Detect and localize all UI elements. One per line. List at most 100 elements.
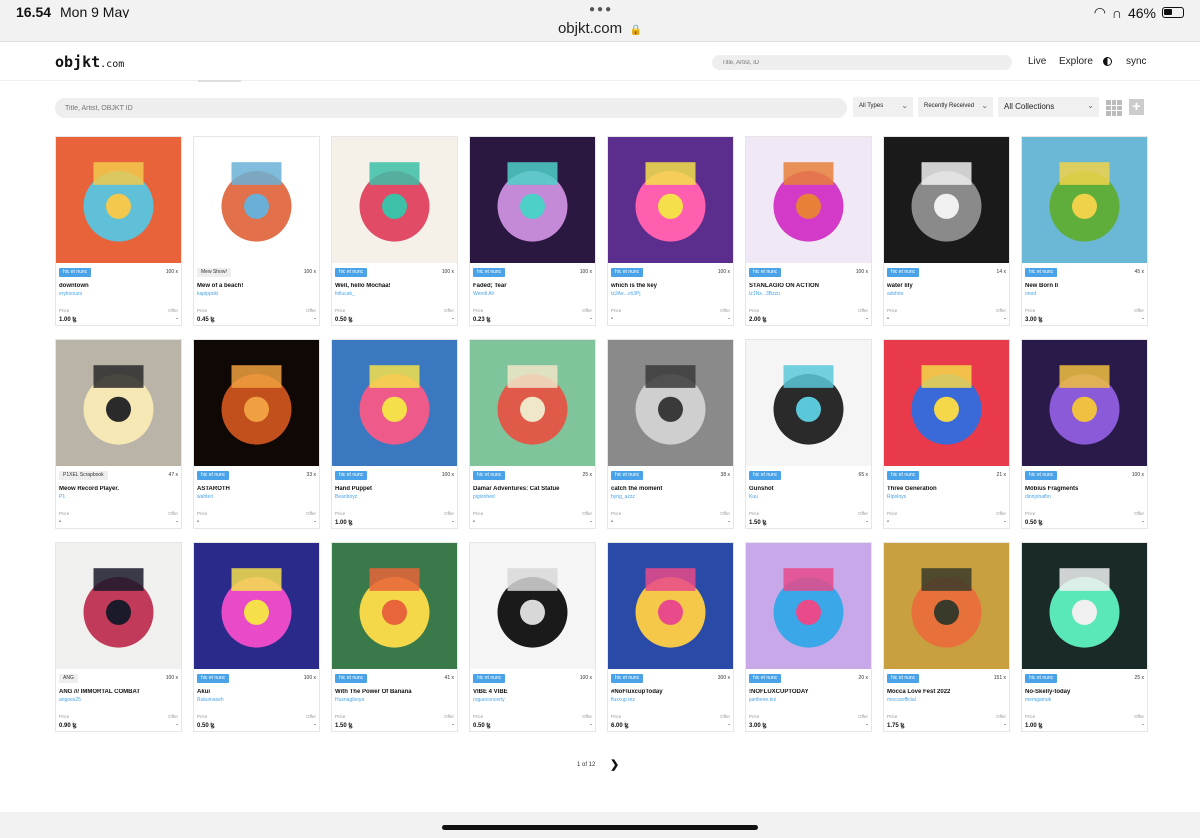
site-logo[interactable]: objkt.com <box>55 53 124 71</box>
token-card[interactable]: hic et nunc 21 x Three Generation Ripoloys P… <box>883 339 1010 529</box>
platform-badge[interactable]: hic et nunc <box>1025 471 1058 480</box>
token-card[interactable]: hic et nunc 100 x downtown eryknouza Price Of… <box>55 136 182 326</box>
token-title[interactable]: #NoFluxcupToday <box>611 689 732 695</box>
token-card[interactable]: hic et nunc 100 x Well, hello Mochaa! follu… <box>331 136 458 326</box>
artist-link[interactable]: dionjonathn <box>1025 494 1051 500</box>
token-card[interactable]: hic et nunc 300 x #NoFluxcupToday fluxcup.t… <box>607 542 734 732</box>
artist-link[interactable]: Rukumaseh <box>197 697 224 703</box>
artist-link[interactable]: wahteri <box>197 494 213 500</box>
platform-badge[interactable]: Mew Show! <box>197 268 231 277</box>
artist-link[interactable]: fluxcup.tez <box>611 697 635 703</box>
theme-toggle-icon[interactable] <box>1103 57 1112 66</box>
artwork-image[interactable] <box>608 340 733 466</box>
token-card[interactable]: hic et nunc 38 x catch the moment byng_azzz… <box>607 339 734 529</box>
token-card[interactable]: hic et nunc 20 x !NOFLUXCUPTODAY jambene.te… <box>745 542 872 732</box>
platform-badge[interactable]: hic et nunc <box>887 674 920 683</box>
token-title[interactable]: which is the key <box>611 283 732 289</box>
token-card[interactable]: hic et nunc 33 x ASTAROTH wahteri Price Offer… <box>193 339 320 529</box>
artwork-image[interactable] <box>884 543 1009 669</box>
artist-link[interactable]: P1 <box>59 494 65 500</box>
token-card[interactable]: hic et nunc 100 x Faded; Tear Wendi Ali Pric… <box>469 136 596 326</box>
platform-badge[interactable]: hic et nunc <box>335 471 368 480</box>
token-title[interactable]: Akui <box>197 689 318 695</box>
artwork-image[interactable] <box>56 137 181 263</box>
artist-link[interactable]: rogueconcerty <box>473 697 505 703</box>
platform-badge[interactable]: hic et nunc <box>473 674 506 683</box>
multitasking-dots-icon[interactable]: ●●● <box>589 4 613 15</box>
token-card[interactable]: hic et nunc 100 x STANLAGIO ON ACTION tz1Nx… <box>745 136 872 326</box>
artist-link[interactable]: tz2Ae...ch3Pj <box>611 291 640 297</box>
token-title[interactable]: Damar Adventures: Cat Statue <box>473 486 594 492</box>
token-card[interactable]: hic et nunc 100 x which is the key tz2Ae...… <box>607 136 734 326</box>
artwork-image[interactable] <box>194 137 319 263</box>
artwork-image[interactable] <box>884 137 1009 263</box>
platform-badge[interactable]: hic et nunc <box>1025 674 1058 683</box>
token-title[interactable]: water lily <box>887 283 1008 289</box>
platform-badge[interactable]: hic et nunc <box>749 674 782 683</box>
artwork-image[interactable] <box>1022 340 1147 466</box>
platform-badge[interactable]: hic et nunc <box>197 674 230 683</box>
token-title[interactable]: downtown <box>59 283 180 289</box>
platform-badge[interactable]: hic et nunc <box>473 268 506 277</box>
token-title[interactable]: New Born II <box>1025 283 1146 289</box>
artwork-image[interactable] <box>194 543 319 669</box>
platform-badge[interactable]: hic et nunc <box>335 674 368 683</box>
artwork-image[interactable] <box>470 543 595 669</box>
token-card[interactable]: hic et nunc 45 x New Born II onod Price Offer… <box>1021 136 1148 326</box>
platform-badge[interactable]: hic et nunc <box>197 471 230 480</box>
artwork-image[interactable] <box>1022 543 1147 669</box>
token-title[interactable]: STANLAGIO ON ACTION <box>749 283 870 289</box>
token-title[interactable]: Hand Puppet <box>335 486 456 492</box>
artist-link[interactable]: kapippoki <box>197 291 218 297</box>
platform-badge[interactable]: hic et nunc <box>887 471 920 480</box>
artist-link[interactable]: adsfoto <box>887 291 903 297</box>
token-title[interactable]: ANG /// IMMORTAL COMBAT <box>59 689 180 695</box>
type-select[interactable]: All Types ⌄ <box>853 97 913 117</box>
token-title[interactable]: With The Power Of Banana <box>335 689 456 695</box>
artwork-image[interactable] <box>470 137 595 263</box>
address-bar[interactable]: objkt.com 🔒 <box>0 18 1200 42</box>
platform-badge[interactable]: hic et nunc <box>59 268 92 277</box>
token-card[interactable]: Mew Show! 100 x Mew of a beach! kapippoki Pr… <box>193 136 320 326</box>
token-title[interactable]: Mew of a beach! <box>197 283 318 289</box>
sort-select[interactable]: Recently Received ⌄ <box>918 97 993 117</box>
artwork-image[interactable] <box>56 340 181 466</box>
artwork-image[interactable] <box>746 340 871 466</box>
platform-badge[interactable]: ANG <box>59 674 78 683</box>
token-card[interactable]: hic et nunc 100 x Hand Puppet Beanboyz Price… <box>331 339 458 529</box>
grid-view-icon[interactable] <box>1106 100 1122 116</box>
token-card[interactable]: hic et nunc 14 x water lily adsfoto Price Off… <box>883 136 1010 326</box>
artist-link[interactable]: follucak_ <box>335 291 355 297</box>
platform-badge[interactable]: hic et nunc <box>611 471 644 480</box>
artwork-image[interactable] <box>1022 137 1147 263</box>
artist-link[interactable]: Kuu <box>749 494 758 500</box>
artist-link[interactable]: Ripoloys <box>887 494 906 500</box>
platform-badge[interactable]: P1XEL Scrapbook <box>59 471 108 480</box>
token-title[interactable]: Gunshot <box>749 486 870 492</box>
artwork-image[interactable] <box>608 137 733 263</box>
collection-search-input[interactable] <box>55 98 847 118</box>
token-card[interactable]: ANG 100 x ANG /// IMMORTAL COMBAT angoes25 P… <box>55 542 182 732</box>
nav-sync[interactable]: sync <box>1126 56 1147 67</box>
token-card[interactable]: hic et nunc 100 x Möbius Fragments dionjona… <box>1021 339 1148 529</box>
token-card[interactable]: hic et nunc 151 x Mocca Love Fest 2022 mocc… <box>883 542 1010 732</box>
token-title[interactable]: Meow Record Player. <box>59 486 180 492</box>
artist-link[interactable]: eryknouza <box>59 291 82 297</box>
artist-link[interactable]: angoes25 <box>59 697 81 703</box>
token-card[interactable]: hic et nunc 100 x Akui Rukumaseh Price Offer 0… <box>193 542 320 732</box>
token-card[interactable]: hic et nunc 25 x Damar Adventures: Cat Sta… <box>469 339 596 529</box>
platform-badge[interactable]: hic et nunc <box>887 268 920 277</box>
platform-badge[interactable]: hic et nunc <box>749 268 782 277</box>
token-title[interactable]: Faded; Tear <box>473 283 594 289</box>
artist-link[interactable]: onod <box>1025 291 1036 297</box>
token-title[interactable]: Three Generation <box>887 486 1008 492</box>
platform-badge[interactable]: hic et nunc <box>611 268 644 277</box>
artwork-image[interactable] <box>470 340 595 466</box>
artwork-image[interactable] <box>746 543 871 669</box>
artwork-image[interactable] <box>332 340 457 466</box>
artist-link[interactable]: Wendi Ali <box>473 291 494 297</box>
artwork-image[interactable] <box>332 543 457 669</box>
token-title[interactable]: catch the moment <box>611 486 732 492</box>
next-page-button[interactable]: ❯ <box>610 758 619 771</box>
platform-badge[interactable]: hic et nunc <box>611 674 644 683</box>
